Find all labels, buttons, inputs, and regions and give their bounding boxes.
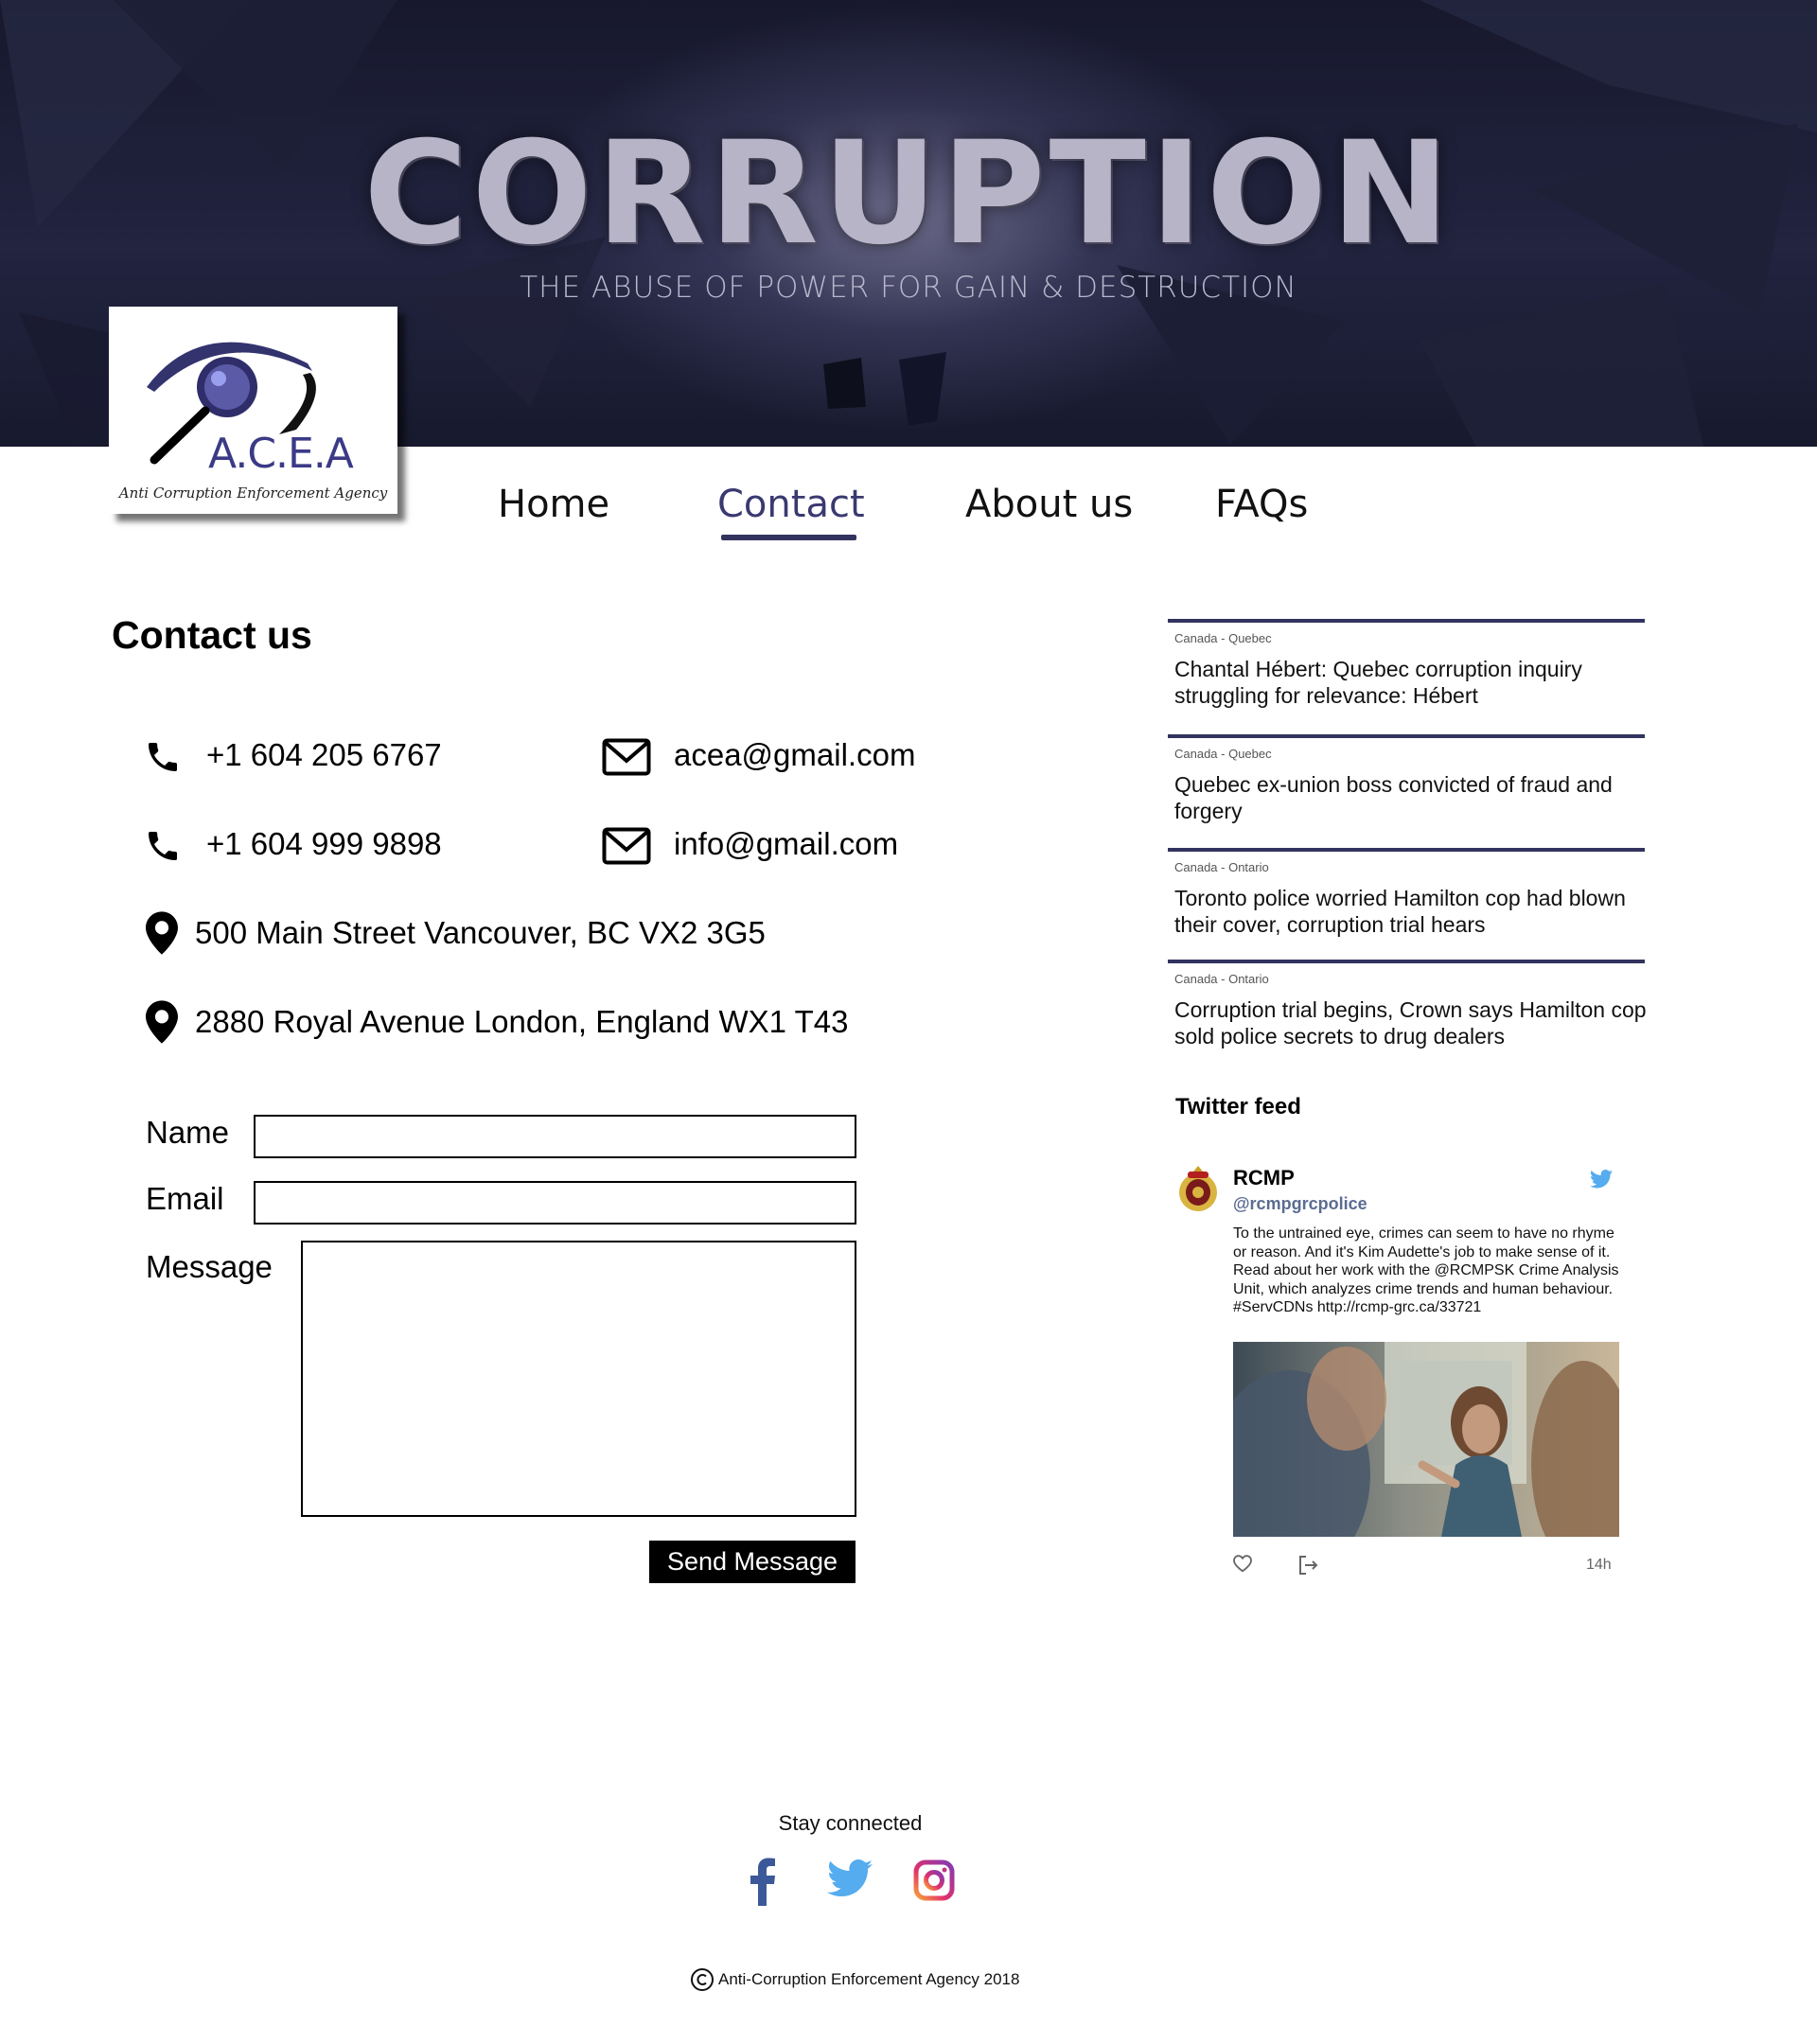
news-headline[interactable]: Toronto police worried Hamilton cop had …: [1174, 885, 1648, 938]
message-field[interactable]: [301, 1241, 856, 1517]
news-category: Canada - Ontario: [1174, 972, 1269, 986]
rcmp-crest-icon: [1179, 1166, 1217, 1211]
address-1: 500 Main Street Vancouver, BC VX2 3G5: [195, 915, 766, 950]
email-field[interactable]: [254, 1181, 856, 1225]
facebook-icon[interactable]: [748, 1857, 778, 1906]
send-message-button[interactable]: Send Message: [649, 1541, 856, 1583]
nav-contact[interactable]: Contact: [717, 483, 865, 526]
twitter-icon[interactable]: [827, 1859, 873, 1897]
email-label: Email: [146, 1181, 224, 1216]
twitter-feed-title: Twitter feed: [1175, 1094, 1301, 1119]
nav-active-indicator: [721, 535, 856, 540]
instagram-icon[interactable]: [913, 1859, 955, 1901]
tweet-photo[interactable]: [1233, 1342, 1619, 1537]
nav-about-us[interactable]: About us: [965, 483, 1133, 526]
tweet-timestamp: 14h: [1586, 1557, 1612, 1573]
logo-acronym: A.C.E.A: [208, 430, 354, 478]
tweet-author-name[interactable]: RCMP: [1233, 1166, 1295, 1190]
phone-icon: [149, 743, 177, 771]
nav-faqs[interactable]: FAQs: [1215, 483, 1308, 526]
news-category: Canada - Quebec: [1174, 747, 1272, 761]
stay-connected-label: Stay connected: [778, 1811, 923, 1835]
message-label: Message: [146, 1249, 273, 1284]
copyright-text: Anti-Corruption Enforcement Agency 2018: [718, 1970, 1020, 1988]
contact-title: Contact us: [112, 613, 312, 657]
email-address-2[interactable]: info@gmail.com: [674, 826, 898, 862]
twitter-bird-icon: [1590, 1170, 1613, 1189]
address-2: 2880 Royal Avenue London, England WX1 T4…: [195, 1004, 849, 1039]
news-headline[interactable]: Quebec ex-union boss convicted of fraud …: [1174, 771, 1648, 824]
news-headline[interactable]: Corruption trial begins, Crown says Hami…: [1174, 996, 1648, 1049]
email-address-1[interactable]: acea@gmail.com: [674, 737, 915, 773]
news-divider: [1168, 960, 1645, 963]
logo-tagline: Anti Corruption Enforcement Agency: [118, 485, 388, 502]
news-category: Canada - Ontario: [1174, 860, 1269, 874]
envelope-icon: [602, 827, 651, 865]
tweet-text: To the untrained eye, crimes can seem to…: [1233, 1225, 1619, 1315]
news-divider: [1168, 619, 1645, 623]
phone-icon: [149, 832, 177, 860]
photo-analyst-presenting: [1233, 1342, 1619, 1537]
name-label: Name: [146, 1115, 230, 1150]
name-field[interactable]: [254, 1115, 856, 1158]
tweet-author-handle[interactable]: @rcmpgrcpolice: [1233, 1194, 1367, 1214]
news-divider: [1168, 848, 1645, 852]
like-heart-icon[interactable]: [1232, 1553, 1253, 1574]
map-pin-icon: [146, 1000, 178, 1044]
phone-number-2[interactable]: +1 604 999 9898: [206, 826, 442, 862]
acea-logo[interactable]: A.C.E.A Anti Corruption Enforcement Agen…: [109, 307, 397, 514]
news-headline[interactable]: Chantal Hébert: Quebec corruption inquir…: [1174, 656, 1648, 709]
phone-number-1[interactable]: +1 604 205 6767: [206, 737, 442, 773]
map-pin-icon: [146, 911, 178, 955]
news-category: Canada - Quebec: [1174, 631, 1272, 645]
envelope-icon: [602, 738, 651, 776]
hero-title: CORRUPTION: [363, 112, 1454, 276]
nav-home[interactable]: Home: [498, 483, 609, 526]
share-icon[interactable]: [1297, 1555, 1320, 1576]
news-divider: [1168, 734, 1645, 738]
hero-subtitle: THE ABUSE OF POWER FOR GAIN & DESTRUCTIO…: [520, 271, 1297, 305]
copyright-icon: [691, 1968, 714, 1991]
copyright: Anti-Corruption Enforcement Agency 2018: [690, 1967, 1019, 1992]
